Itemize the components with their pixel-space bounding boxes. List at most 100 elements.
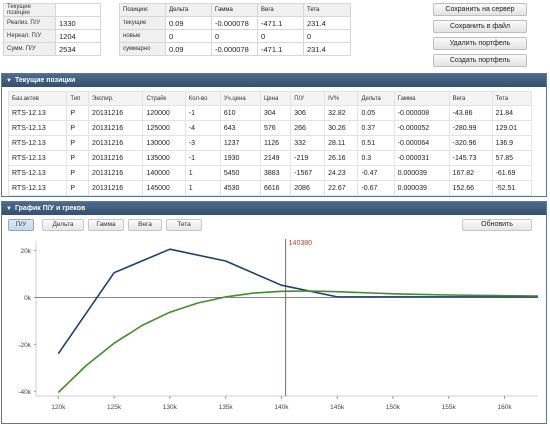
summary-value	[55, 3, 101, 17]
table-cell: 20131216	[88, 165, 144, 181]
y-tick-label: -20k	[18, 342, 31, 349]
column-header[interactable]: Кол-во	[184, 91, 221, 106]
column-header[interactable]: Баз.актив	[7, 91, 68, 106]
tab-pnl[interactable]: П/У	[8, 219, 34, 231]
column-header[interactable]: IV%	[324, 91, 359, 106]
column-header[interactable]: Цена	[259, 91, 292, 106]
table-cell: 0.000039	[393, 165, 450, 181]
refresh-button[interactable]: Обновить	[462, 219, 532, 231]
table-cell: P	[66, 135, 90, 151]
table-cell: 26.16	[324, 150, 359, 166]
save-to-server-button[interactable]: Сохранить на сервер	[433, 3, 527, 16]
column-header[interactable]: Гамма	[393, 91, 450, 106]
table-cell: 20131216	[88, 180, 144, 196]
summary-label: Нереал. П/У	[3, 29, 56, 43]
positions-panel-title: Текущие позиции	[14, 77, 76, 84]
table-cell: 130000	[142, 135, 186, 151]
column-header[interactable]: Вега	[448, 91, 493, 106]
table-cell: 610	[219, 105, 261, 121]
pnl-current-line	[57, 290, 539, 394]
x-tick-label: 150k	[386, 404, 401, 411]
column-header[interactable]: Тета	[491, 91, 533, 106]
table-cell: RTS-12.13	[7, 180, 68, 196]
table-cell: -145.73	[448, 150, 493, 166]
chart-panel-title: График П/У и греков	[14, 205, 86, 212]
greeks-header: Тета	[303, 3, 351, 17]
greeks-row: новые 0 0 0 0	[119, 29, 351, 43]
positions-panel-header[interactable]: ▼ Текущие позиции	[2, 74, 546, 87]
table-cell: RTS-12.13	[7, 105, 68, 121]
table-cell: P	[66, 165, 90, 181]
table-cell: -0.67	[357, 180, 395, 196]
table-cell: 306	[290, 105, 326, 121]
summary-value: 1204	[55, 29, 101, 43]
table-cell: 4530	[219, 180, 261, 196]
create-portfolio-button[interactable]: Создать портфель	[433, 54, 527, 67]
column-header[interactable]: Уч.цена	[219, 91, 261, 106]
table-cell: RTS-12.13	[7, 120, 68, 136]
table-cell: -0.000008	[393, 105, 450, 121]
table-cell: P	[66, 150, 90, 166]
summary-row: Нереал. П/У 1204	[3, 29, 101, 43]
table-cell: 20131216	[88, 120, 144, 136]
table-cell: 1126	[259, 135, 292, 151]
greeks-cell: -0.000078	[211, 42, 258, 56]
table-cell: 136.9	[491, 135, 533, 151]
column-header[interactable]: Дельта	[357, 91, 395, 106]
x-tick-label: 120k	[51, 404, 66, 411]
table-cell: -0.000031	[393, 150, 450, 166]
y-tick-label: 20k	[21, 248, 32, 255]
table-row[interactable]: RTS-12.13 P 20131216 145000 1 4530 6616 2086 22.…	[7, 180, 533, 196]
column-header[interactable]: П/У	[290, 91, 326, 106]
greeks-row: суммарно 0.09 -0.000078 -471.1 231.4	[119, 42, 351, 56]
table-cell: 145000	[142, 180, 186, 196]
summary-value: 1330	[55, 16, 101, 30]
collapse-triangle-icon[interactable]: ▼	[6, 75, 12, 88]
chart-panel-header[interactable]: ▼ График П/У и греков	[2, 202, 546, 215]
positions-panel: ▼ Текущие позиции Баз.актив Тип Экспир. Стра…	[1, 73, 547, 197]
table-cell: 21.84	[491, 105, 533, 121]
y-tick-label: -40k	[18, 389, 31, 396]
delete-portfolio-button[interactable]: Удалить портфель	[433, 37, 527, 50]
table-cell: 30.26	[324, 120, 359, 136]
tab-delta[interactable]: Дельта	[42, 219, 84, 231]
tab-gamma[interactable]: Гамма	[88, 219, 124, 231]
save-to-file-button[interactable]: Сохранить в файл	[433, 20, 527, 33]
table-cell: 332	[290, 135, 326, 151]
column-header[interactable]: Страйк	[142, 91, 186, 106]
table-row[interactable]: RTS-12.13 P 20131216 140000 1 5450 3883 -1567 24…	[7, 165, 533, 181]
summary-value: 2534	[55, 42, 101, 56]
table-cell: -52.51	[491, 180, 533, 196]
table-cell: -4	[184, 120, 221, 136]
tab-vega[interactable]: Вега	[128, 219, 162, 231]
table-cell: 0.37	[357, 120, 395, 136]
tab-theta[interactable]: Тета	[166, 219, 202, 231]
table-row[interactable]: RTS-12.13 P 20131216 120000 -1 610 304 306 32.82…	[7, 105, 533, 121]
table-cell: 1930	[219, 150, 261, 166]
summary-row: Текущие позиции	[3, 3, 101, 17]
table-cell: 643	[219, 120, 261, 136]
greeks-cell: 0.09	[165, 16, 212, 30]
column-header[interactable]: Тип	[66, 91, 90, 106]
table-cell: 304	[259, 105, 292, 121]
positions-table: Баз.актив Тип Экспир. Страйк Кол-во Уч.цена Це…	[7, 91, 533, 196]
table-cell: -0.000064	[393, 135, 450, 151]
greeks-row: текущие 0.09 -0.000078 -471.1 231.4	[119, 16, 351, 30]
table-row[interactable]: RTS-12.13 P 20131216 135000 -1 1930 2149 -219 26…	[7, 150, 533, 166]
greeks-header: Гамма	[211, 3, 258, 17]
column-header[interactable]: Экспир.	[88, 91, 144, 106]
table-cell: -61.69	[491, 165, 533, 181]
table-cell: 1	[184, 180, 221, 196]
table-cell: 1237	[219, 135, 261, 151]
table-cell: 28.11	[324, 135, 359, 151]
table-cell: 6616	[259, 180, 292, 196]
table-cell: 32.82	[324, 105, 359, 121]
collapse-triangle-icon[interactable]: ▼	[6, 203, 12, 216]
x-tick-label: 135k	[219, 404, 234, 411]
table-cell: 2086	[290, 180, 326, 196]
table-cell: -280.99	[448, 120, 493, 136]
table-row[interactable]: RTS-12.13 P 20131216 125000 -4 643 576 266 30.26…	[7, 120, 533, 136]
table-cell: RTS-12.13	[7, 165, 68, 181]
table-cell: RTS-12.13	[7, 135, 68, 151]
table-row[interactable]: RTS-12.13 P 20131216 130000 -3 1237 1126 332 28.…	[7, 135, 533, 151]
